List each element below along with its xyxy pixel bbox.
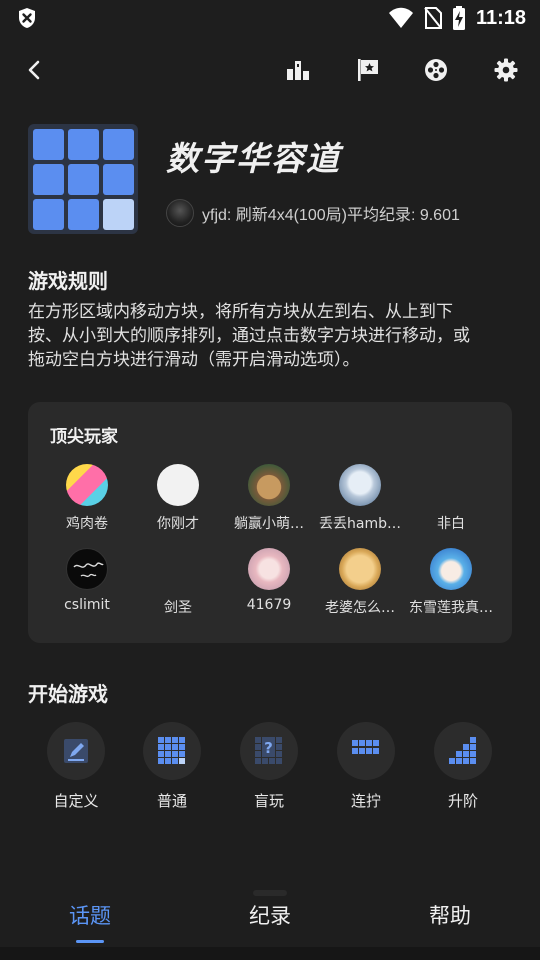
mode-label: 盲玩 bbox=[253, 792, 284, 810]
mode-label: 普通 bbox=[156, 792, 187, 810]
mode-marathon-button[interactable]: 连拧 bbox=[326, 722, 406, 811]
mode-levelup-button[interactable]: 升阶 bbox=[423, 722, 503, 811]
avatar bbox=[430, 548, 472, 590]
no-sim-icon bbox=[424, 7, 442, 29]
player-name: 41679 bbox=[246, 597, 292, 613]
player-item[interactable]: 非白 bbox=[406, 464, 496, 533]
avatar bbox=[248, 548, 290, 590]
tab-records[interactable]: 纪录 bbox=[210, 900, 330, 930]
stairs-icon bbox=[449, 737, 476, 764]
avatar bbox=[166, 199, 194, 227]
question-grid-icon: ? bbox=[255, 737, 282, 764]
rules-text: 在方形区域内移动方块，将所有方块从左到右、从上到下 按、从小到大的顺序排列，通过… bbox=[28, 300, 508, 372]
film-reel-icon[interactable] bbox=[423, 57, 449, 83]
game-logo bbox=[28, 124, 138, 234]
drag-handle[interactable] bbox=[253, 890, 287, 896]
player-name: 你刚才 bbox=[157, 516, 199, 532]
svg-text:?: ? bbox=[264, 739, 273, 757]
avatar bbox=[339, 464, 381, 506]
rules-heading: 游戏规则 bbox=[28, 269, 108, 293]
player-name: 躺赢小萌… bbox=[234, 516, 304, 532]
shield-icon bbox=[19, 8, 35, 28]
player-item[interactable]: 老婆怎么… bbox=[315, 548, 405, 617]
player-item[interactable]: 躺赢小萌… bbox=[224, 464, 314, 533]
tab-help[interactable]: 帮助 bbox=[390, 900, 510, 930]
app-bar bbox=[0, 50, 540, 90]
mode-label: 升阶 bbox=[447, 792, 478, 810]
player-name: 鸡肉卷 bbox=[66, 516, 108, 532]
status-bar: 11:18 bbox=[0, 0, 540, 38]
rules-line: 在方形区域内移动方块，将所有方块从左到右、从上到下 bbox=[28, 302, 453, 322]
player-name: 非白 bbox=[437, 516, 465, 532]
mode-custom-button[interactable]: 自定义 bbox=[36, 722, 116, 811]
edit-grid-icon bbox=[64, 739, 88, 763]
player-item[interactable]: 剑圣 bbox=[133, 548, 223, 617]
player-name: 剑圣 bbox=[164, 600, 192, 616]
avatar bbox=[157, 464, 199, 506]
flag-icon[interactable] bbox=[355, 57, 381, 83]
player-item[interactable]: cslimit bbox=[42, 548, 132, 613]
rules-line: 拖动空白方块进行滑动（需开启滑动选项）。 bbox=[28, 350, 360, 370]
player-item[interactable]: 41679 bbox=[224, 548, 314, 613]
player-name: 东雪莲我真… bbox=[409, 600, 493, 616]
player-item[interactable]: 鸡肉卷 bbox=[42, 464, 132, 533]
mode-normal-button[interactable]: 普通 bbox=[132, 722, 212, 811]
status-time: 11:18 bbox=[475, 6, 526, 29]
mode-blind-button[interactable]: ? 盲玩 bbox=[229, 722, 309, 811]
avatar bbox=[248, 464, 290, 506]
top-players-heading: 顶尖玩家 bbox=[50, 427, 118, 447]
mode-label: 自定义 bbox=[53, 792, 99, 810]
avatar bbox=[157, 548, 199, 590]
start-game-heading: 开始游戏 bbox=[28, 682, 108, 706]
player-name: 丢丢hamb… bbox=[319, 516, 401, 532]
stacked-grid-icon bbox=[352, 740, 379, 754]
grid-icon bbox=[158, 737, 185, 764]
settings-icon[interactable] bbox=[493, 57, 519, 83]
player-name: cslimit bbox=[64, 597, 110, 613]
tab-topics[interactable]: 话题 bbox=[30, 900, 150, 930]
top-players-card: 顶尖玩家 鸡肉卷 你刚才 躺赢小萌… 丢丢hamb… 非白 cslimit 剑圣… bbox=[28, 402, 512, 643]
player-item[interactable]: 你刚才 bbox=[133, 464, 223, 533]
mode-label: 连拧 bbox=[350, 792, 381, 810]
record-text: yfjd: 刷新4x4(100局)平均纪录: 9.601 bbox=[202, 207, 460, 224]
player-name: 老婆怎么… bbox=[325, 600, 395, 616]
record-row[interactable]: yfjd: 刷新4x4(100局)平均纪录: 9.601 bbox=[166, 199, 460, 227]
active-tab-indicator bbox=[76, 940, 104, 943]
avatar bbox=[66, 548, 108, 590]
wifi-icon bbox=[388, 7, 413, 28]
avatar bbox=[66, 464, 108, 506]
avatar bbox=[339, 548, 381, 590]
player-item[interactable]: 东雪莲我真… bbox=[406, 548, 496, 617]
rules-line: 按、从小到大的顺序排列，通过点击数字方块进行移动，或 bbox=[28, 326, 470, 346]
battery-charging-icon bbox=[452, 6, 465, 30]
leaderboard-icon[interactable] bbox=[285, 57, 311, 83]
back-icon[interactable] bbox=[20, 56, 48, 84]
navigation-bar bbox=[0, 947, 540, 960]
game-title: 数字华容道 bbox=[166, 139, 341, 178]
signature-icon bbox=[73, 562, 104, 578]
avatar bbox=[430, 464, 472, 506]
player-item[interactable]: 丢丢hamb… bbox=[315, 464, 405, 533]
